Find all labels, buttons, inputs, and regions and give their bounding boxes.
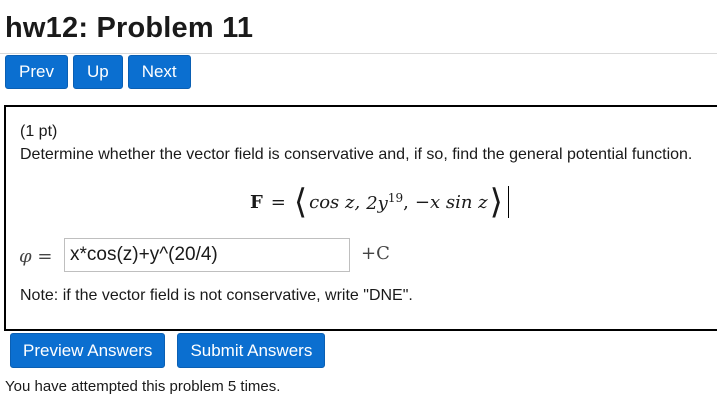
page-title: hw12: Problem 11	[5, 12, 254, 44]
title-divider	[0, 53, 717, 54]
problem-navigation: Prev Up Next	[5, 55, 191, 89]
vector-field-formula: F = ⟨ cos z, 2y19 , −x sin z ⟩	[250, 185, 509, 219]
problem-box: (1 pt) Determine whether the vector fiel…	[4, 105, 717, 331]
formula-lhs: F	[250, 191, 263, 213]
next-button[interactable]: Next	[127, 55, 191, 89]
attempts-status: You have attempted this problem 5 times.	[5, 378, 281, 395]
up-button[interactable]: Up	[72, 55, 123, 89]
prev-button[interactable]: Prev	[5, 55, 68, 89]
formula-component-1: cos z,	[309, 191, 361, 213]
formula-equals: =	[270, 191, 286, 213]
formula-component-3: −x sin z	[414, 191, 488, 213]
formula-component-2-base: 2y	[366, 192, 388, 214]
preview-answers-button[interactable]: Preview Answers	[10, 333, 166, 368]
answer-actions: Preview Answers Submit Answers	[10, 333, 326, 368]
problem-points: (1 pt)	[20, 123, 58, 140]
formula-separator: ,	[403, 191, 409, 213]
formula-right-angle: ⟩	[489, 182, 503, 222]
potential-function-input[interactable]	[64, 238, 350, 272]
problem-note: Note: if the vector field is not conserv…	[20, 287, 413, 304]
constant-label: +C	[361, 243, 390, 264]
phi-label: φ =	[19, 246, 53, 267]
formula-left-angle: ⟨	[293, 182, 308, 222]
formula-component-2-exponent: 19	[387, 190, 404, 205]
submit-answers-button[interactable]: Submit Answers	[177, 333, 326, 368]
formula-component-2: 2y19	[366, 191, 403, 214]
text-cursor	[507, 186, 509, 218]
problem-question: Determine whether the vector field is co…	[20, 146, 693, 163]
